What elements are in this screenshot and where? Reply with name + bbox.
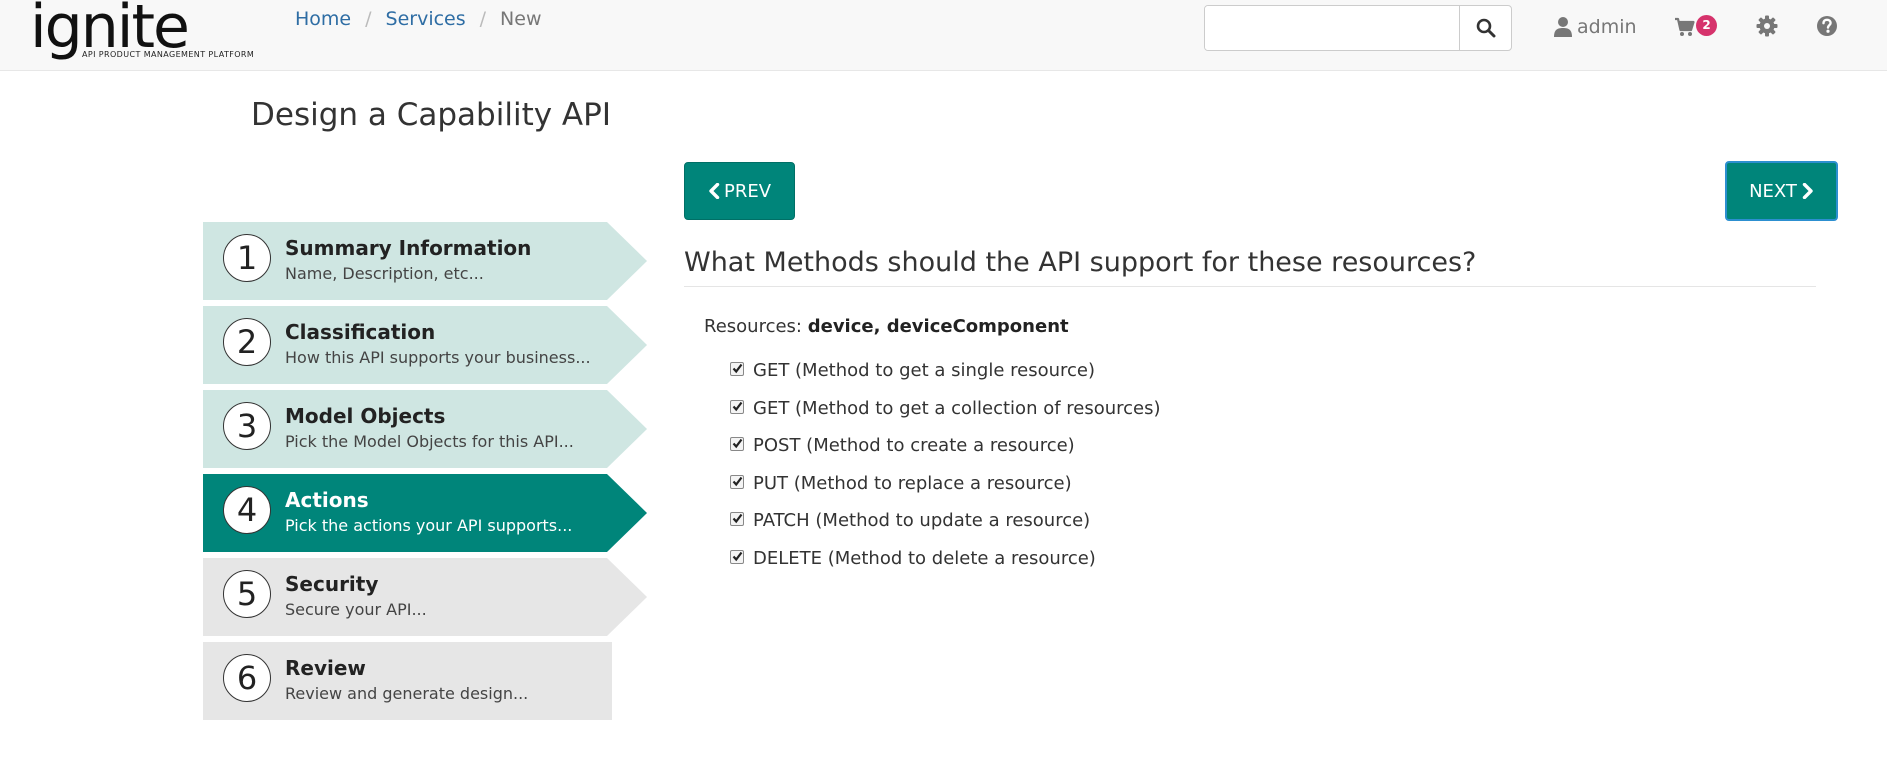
- cart-count-badge: 2: [1696, 15, 1717, 36]
- step-number: 2: [223, 318, 271, 366]
- check-icon: [732, 363, 743, 374]
- wizard-step-model-objects[interactable]: 3 Model Objects Pick the Model Objects f…: [203, 390, 647, 468]
- search-box: [1204, 5, 1512, 51]
- method-checkbox[interactable]: [730, 549, 744, 564]
- step-title: Security: [285, 572, 379, 596]
- check-icon: [732, 401, 743, 411]
- cart-icon: [1675, 17, 1695, 36]
- check-icon: [732, 476, 743, 487]
- method-label: DELETE (Method to delete a resource): [753, 547, 1096, 569]
- check-icon: [732, 439, 743, 449]
- method-option-get-collection[interactable]: GET (Method to get a collection of resou…: [730, 396, 1161, 434]
- step-title: Actions: [285, 488, 369, 512]
- resources-line: Resources: device, deviceComponent: [704, 315, 1069, 339]
- method-label: GET (Method to get a single resource): [753, 360, 1095, 381]
- check-icon: [732, 514, 743, 524]
- prev-button[interactable]: PREV: [684, 162, 795, 220]
- step-subtitle: Name, Description, etc...: [285, 264, 484, 283]
- user-menu[interactable]: admin: [1553, 14, 1637, 40]
- method-option-put[interactable]: PUT (Method to replace a resource): [730, 471, 1161, 509]
- ignite-logo[interactable]: ignite API PRODUCT MANAGEMENT PLATFORM: [30, 0, 280, 66]
- methods-checklist: GET (Method to get a single resource) GE…: [730, 358, 1161, 584]
- help-button[interactable]: [1816, 15, 1840, 39]
- step-subtitle: Secure your API...: [285, 600, 427, 619]
- search-button[interactable]: [1459, 6, 1511, 50]
- wizard-step-security[interactable]: 5 Security Secure your API...: [203, 558, 647, 636]
- breadcrumb-separator: /: [365, 8, 372, 30]
- step-number: 5: [223, 570, 271, 618]
- method-option-patch[interactable]: PATCH (Method to update a resource): [730, 508, 1161, 546]
- page-title: Design a Capability API: [251, 97, 611, 133]
- step-subtitle: How this API supports your business...: [285, 348, 591, 367]
- method-checkbox[interactable]: [730, 512, 744, 527]
- search-input[interactable]: [1205, 6, 1459, 50]
- cart-button[interactable]: 2: [1674, 14, 1717, 40]
- step-number: 6: [223, 654, 271, 702]
- resources-value: device, deviceComponent: [807, 316, 1069, 337]
- breadcrumb-home[interactable]: Home: [295, 8, 351, 30]
- gear-icon: [1756, 15, 1778, 37]
- next-button-label: NEXT: [1749, 180, 1797, 202]
- method-option-post[interactable]: POST (Method to create a resource): [730, 433, 1161, 471]
- step-number: 1: [223, 234, 271, 282]
- breadcrumb-current: New: [500, 8, 542, 30]
- method-label: PUT (Method to replace a resource): [753, 472, 1072, 494]
- method-option-get-single[interactable]: GET (Method to get a single resource): [730, 358, 1161, 396]
- wizard-steps: 1 Summary Information Name, Description,…: [203, 222, 647, 726]
- check-icon: [732, 551, 743, 562]
- question-circle-icon: [1817, 16, 1837, 36]
- chevron-left-icon: [709, 183, 720, 199]
- settings-button[interactable]: [1756, 15, 1780, 39]
- breadcrumb-separator: /: [479, 8, 487, 30]
- step-title: Classification: [285, 320, 436, 344]
- method-label: POST (Method to create a resource): [753, 435, 1075, 457]
- step-subtitle: Pick the actions your API supports...: [285, 516, 573, 535]
- step-subtitle: Review and generate design...: [285, 684, 529, 703]
- method-checkbox[interactable]: [730, 474, 744, 489]
- method-option-delete[interactable]: DELETE (Method to delete a resource): [730, 546, 1161, 584]
- wizard-step-summary[interactable]: 1 Summary Information Name, Description,…: [203, 222, 647, 300]
- breadcrumb: Home / Services / New: [295, 7, 542, 31]
- wizard-step-classification[interactable]: 2 Classification How this API supports y…: [203, 306, 647, 384]
- method-checkbox[interactable]: [730, 362, 744, 376]
- prev-button-label: PREV: [723, 180, 772, 202]
- wizard-step-review[interactable]: 6 Review Review and generate design...: [203, 642, 612, 720]
- method-checkbox[interactable]: [730, 399, 744, 414]
- next-button[interactable]: NEXT: [1725, 161, 1838, 221]
- resources-label: Resources:: [704, 316, 802, 337]
- user-name: admin: [1577, 16, 1637, 38]
- search-icon: [1476, 18, 1496, 38]
- step-number: 4: [223, 486, 271, 534]
- step-title: Review: [285, 656, 366, 680]
- logo-tagline: API PRODUCT MANAGEMENT PLATFORM: [82, 50, 255, 59]
- step-title: Summary Information: [285, 236, 532, 260]
- top-navbar: ignite API PRODUCT MANAGEMENT PLATFORM H…: [0, 0, 1887, 71]
- user-icon: [1554, 17, 1572, 37]
- method-checkbox[interactable]: [730, 437, 744, 452]
- step-number: 3: [223, 402, 271, 450]
- chevron-right-icon: [1802, 183, 1813, 199]
- step-subtitle: Pick the Model Objects for this API...: [285, 432, 574, 451]
- breadcrumb-services[interactable]: Services: [386, 8, 466, 30]
- step-question: What Methods should the API support for …: [684, 245, 1816, 287]
- wizard-step-actions[interactable]: 4 Actions Pick the actions your API supp…: [203, 474, 647, 552]
- method-label: PATCH (Method to update a resource): [753, 510, 1091, 532]
- method-label: GET (Method to get a collection of resou…: [753, 397, 1161, 419]
- step-title: Model Objects: [285, 404, 446, 428]
